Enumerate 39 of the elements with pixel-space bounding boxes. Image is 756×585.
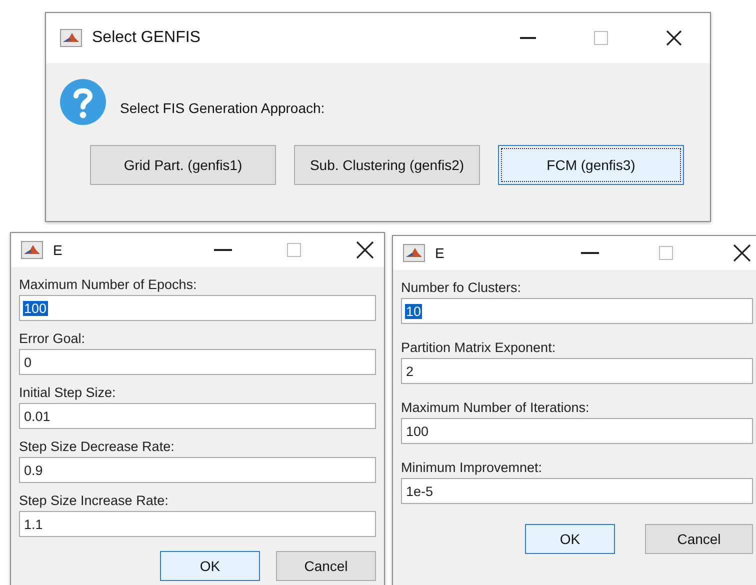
input-field[interactable]: 0.01 (19, 403, 376, 429)
minimize-icon[interactable] (520, 36, 536, 40)
input-field[interactable]: 0 (19, 349, 376, 375)
field-label: Minimum Improvemnet: (401, 460, 544, 475)
minimize-icon[interactable] (214, 248, 232, 252)
field-label: Initial Step Size: (19, 385, 117, 400)
input-field[interactable]: 100 (401, 418, 753, 444)
field-label: Maximum Number of Iterations: (401, 400, 590, 415)
field-label: Step Size Decrease Rate: (19, 439, 176, 454)
cancel-button[interactable]: Cancel (276, 551, 376, 581)
window-title: E (53, 242, 62, 258)
input-field[interactable]: 2 (401, 358, 753, 384)
ok-button[interactable]: OK (160, 551, 260, 581)
input-field[interactable]: 100 (19, 295, 376, 321)
field-label: Maximum Number of Epochs: (19, 277, 198, 292)
close-icon[interactable] (356, 241, 374, 259)
field-label: Number fo Clusters: (401, 280, 522, 295)
window-title: E (435, 245, 444, 261)
approach-button[interactable]: FCM (genfis3) (498, 145, 684, 185)
input-field[interactable]: 10 (401, 298, 753, 324)
minimize-icon[interactable] (581, 251, 599, 255)
close-icon[interactable] (733, 244, 751, 262)
field-label: Error Goal: (19, 331, 86, 346)
field-label: Partition Matrix Exponent: (401, 340, 557, 355)
app-icon (21, 241, 43, 259)
close-icon[interactable] (666, 30, 682, 46)
field-label: Step Size Increase Rate: (19, 493, 170, 508)
input-field[interactable]: 1.1 (19, 511, 376, 537)
window-title: Select GENFIS (92, 29, 200, 47)
cancel-button[interactable]: Cancel (645, 524, 753, 554)
question-icon (60, 79, 106, 125)
approach-button[interactable]: Sub. Clustering (genfis2) (294, 145, 480, 185)
prompt-text: Select FIS Generation Approach: (120, 100, 325, 116)
app-icon (60, 29, 82, 47)
ok-button[interactable]: OK (525, 524, 615, 554)
input-field[interactable]: 1e-5 (401, 478, 753, 504)
approach-button[interactable]: Grid Part. (genfis1) (90, 145, 276, 185)
input-field[interactable]: 0.9 (19, 457, 376, 483)
app-icon (403, 244, 425, 262)
